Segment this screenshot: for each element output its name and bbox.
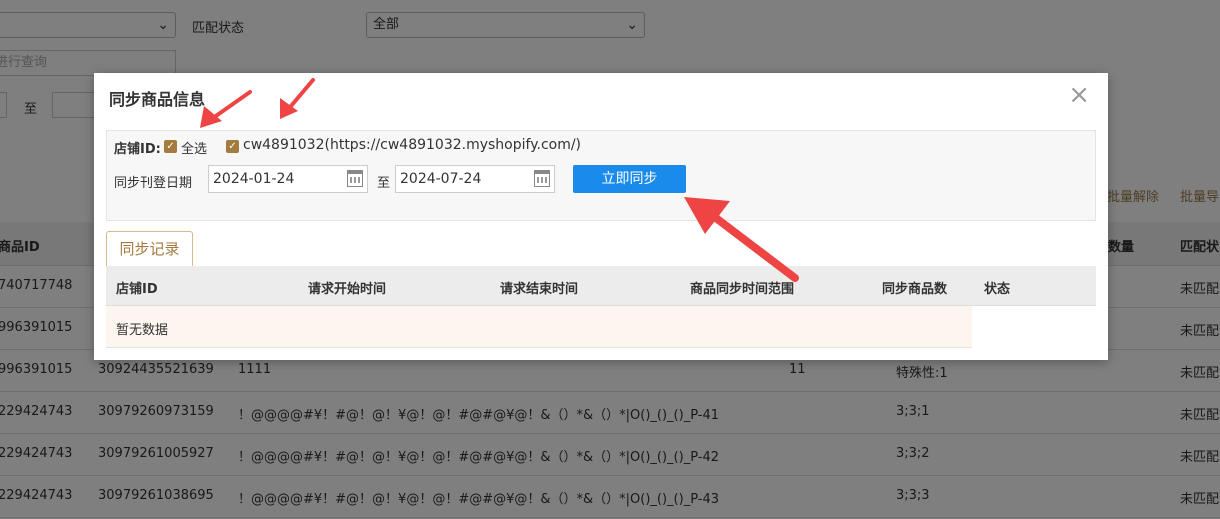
sync-now-button[interactable]: 立即同步 — [573, 165, 686, 193]
date-to-label: 至 — [377, 176, 391, 191]
rec-th-store-id: 店铺ID — [116, 282, 158, 297]
close-icon[interactable]: × — [1068, 81, 1090, 109]
tab-sync-records[interactable]: 同步记录 — [106, 231, 193, 266]
calendar-icon[interactable] — [534, 170, 550, 187]
store-checkbox[interactable]: ✓ — [226, 140, 239, 153]
rec-th-sync-range: 商品同步时间范围 — [690, 282, 795, 297]
calendar-icon[interactable] — [347, 170, 363, 187]
rec-th-request-start: 请求开始时间 — [308, 282, 387, 297]
publish-date-label: 同步刊登日期 — [114, 176, 193, 191]
rec-th-sync-count: 同步商品数 — [882, 282, 948, 297]
records-empty-row: 暂无数据 — [106, 306, 972, 348]
start-date-input[interactable]: 2024-01-24 — [208, 165, 368, 193]
dialog-header: 同步商品信息 × — [94, 73, 1108, 119]
select-all-checkbox[interactable]: ✓ — [164, 140, 177, 153]
end-date-input[interactable]: 2024-07-24 — [395, 165, 555, 193]
dialog-title: 同步商品信息 — [109, 90, 206, 109]
select-all-label[interactable]: 全选 — [181, 138, 207, 157]
start-date-value: 2024-01-24 — [213, 171, 295, 187]
sync-product-dialog: 同步商品信息 × 店铺ID: ✓ 全选 ✓ cw4891032(https://… — [94, 73, 1108, 360]
records-table-header: 店铺ID 请求开始时间 请求结束时间 商品同步时间范围 同步商品数 状态 — [106, 266, 1096, 306]
end-date-value: 2024-07-24 — [400, 171, 482, 187]
empty-text: 暂无数据 — [116, 323, 169, 338]
store-option-label[interactable]: cw4891032(https://cw4891032.myshopify.co… — [243, 137, 581, 153]
sync-filter-panel: 店铺ID: ✓ 全选 ✓ cw4891032(https://cw4891032… — [106, 130, 1096, 221]
rec-th-status: 状态 — [984, 282, 1011, 297]
rec-th-request-end: 请求结束时间 — [500, 282, 579, 297]
store-id-label: 店铺ID: — [114, 142, 161, 157]
